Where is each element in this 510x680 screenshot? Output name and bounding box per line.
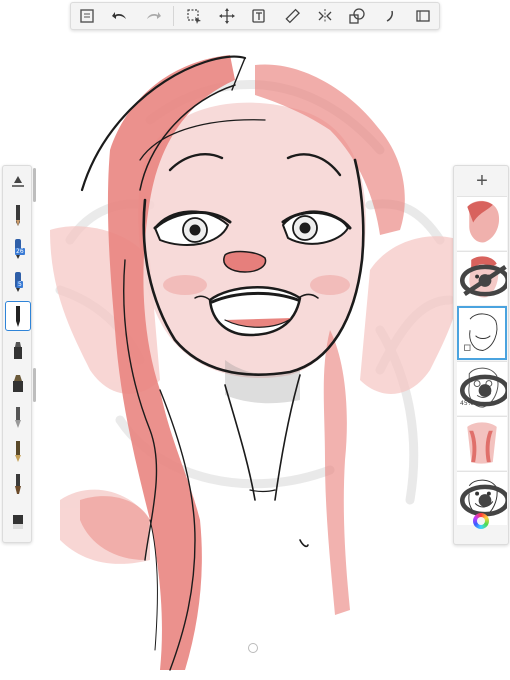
eraser-icon[interactable] bbox=[5, 506, 31, 536]
canvas-menu-indicator[interactable] bbox=[248, 643, 258, 653]
left-cheek-blush bbox=[163, 275, 207, 295]
layer-red-fill[interactable] bbox=[457, 416, 507, 470]
brush-size-slider-icon[interactable] bbox=[5, 168, 31, 198]
ink-pen-icon[interactable] bbox=[5, 436, 31, 466]
color-wheel-icon[interactable] bbox=[473, 513, 489, 529]
right-cheek-blush bbox=[310, 275, 350, 295]
symmetry-icon[interactable] bbox=[308, 3, 341, 29]
ruler-icon[interactable] bbox=[276, 3, 309, 29]
shapes-icon[interactable] bbox=[341, 3, 374, 29]
selection-icon[interactable] bbox=[178, 3, 211, 29]
layer-rough-sketch[interactable]: 45% bbox=[457, 361, 507, 415]
layer-color-sketch[interactable] bbox=[457, 251, 507, 305]
layer-opacity-label: 45% bbox=[460, 400, 474, 407]
brush-size-label: 5 bbox=[17, 281, 23, 288]
undo-icon[interactable] bbox=[104, 3, 137, 29]
top-toolbar bbox=[70, 2, 440, 30]
brush-style-icon[interactable] bbox=[374, 3, 407, 29]
layer-color-study[interactable] bbox=[457, 196, 507, 250]
redo-icon[interactable] bbox=[136, 3, 169, 29]
transform-icon[interactable] bbox=[210, 3, 243, 29]
add-layer-button[interactable]: + bbox=[454, 166, 510, 196]
airbrush-icon[interactable]: 5 bbox=[5, 266, 31, 296]
layer-panel: + 45% bbox=[453, 165, 509, 545]
layer-lineart[interactable] bbox=[457, 306, 507, 360]
brush-palette: 26 5 bbox=[2, 165, 32, 543]
palette-handle[interactable] bbox=[33, 168, 36, 202]
hard-brush-icon[interactable] bbox=[5, 469, 31, 499]
layer-editor-icon[interactable] bbox=[71, 3, 104, 29]
chisel-marker-icon[interactable] bbox=[5, 369, 31, 399]
brush-size-label: 26 bbox=[15, 248, 25, 255]
marker-icon[interactable] bbox=[5, 336, 31, 366]
paint-brush-icon[interactable] bbox=[5, 402, 31, 432]
canvas-view-icon[interactable] bbox=[406, 3, 439, 29]
drawing-canvas[interactable] bbox=[0, 0, 510, 680]
fine-pen-icon[interactable] bbox=[5, 301, 31, 331]
toolbar-divider bbox=[172, 6, 174, 26]
pencil-icon[interactable] bbox=[5, 200, 31, 230]
airbrush-icon[interactable]: 26 bbox=[5, 233, 31, 263]
palette-handle[interactable] bbox=[33, 368, 36, 402]
text-icon[interactable] bbox=[243, 3, 276, 29]
